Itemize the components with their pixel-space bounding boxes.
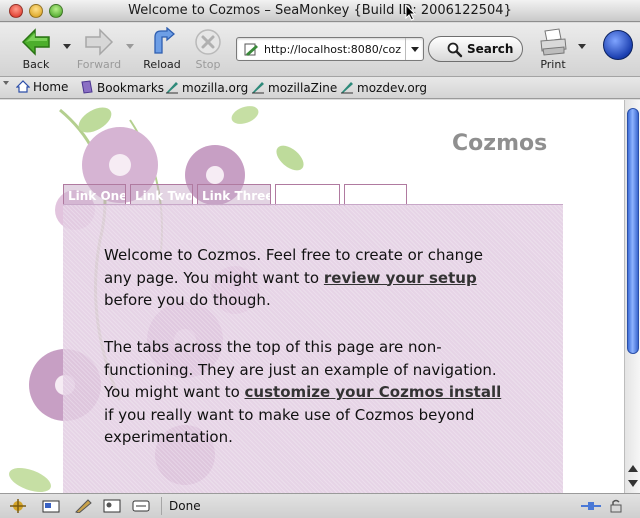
window-titlebar: Welcome to Cozmos – SeaMonkey {Build ID:… (0, 0, 640, 22)
welcome-paragraph: Welcome to Cozmos. Feel free to create o… (104, 244, 504, 312)
customize-install-link[interactable]: customize your Cozmos install (245, 383, 502, 401)
tab-link-one[interactable]: Link One (63, 184, 126, 206)
url-text[interactable]: http://localhost:8080/coz (264, 43, 402, 56)
stop-button[interactable]: Stop (183, 27, 233, 71)
tab-empty-four[interactable] (275, 184, 340, 206)
reload-icon (154, 27, 175, 54)
site-title: Cozmos (452, 131, 548, 156)
url-history-dropdown[interactable] (405, 38, 423, 60)
web-content: Cozmos Link One Link Two Link Three Welc… (0, 100, 624, 493)
reload-label: Reload (143, 58, 181, 71)
scrollbar-thumb[interactable] (627, 108, 639, 354)
chatzilla-icon[interactable] (132, 499, 150, 513)
stop-label: Stop (195, 58, 221, 71)
site-identity-icon (244, 43, 258, 56)
bookmark-home-label: Home (33, 80, 69, 94)
address-book-icon[interactable] (103, 499, 121, 513)
bookmark-mozdev-org-label: mozdev.org (357, 81, 427, 95)
bookmark-home[interactable]: Home (16, 80, 68, 94)
navigator-icon[interactable] (9, 499, 27, 513)
vertical-scrollbar[interactable] (624, 100, 640, 493)
bookmarks-toolbar: Home Bookmarks mozilla.org mozillaZine m… (0, 77, 640, 99)
print-options-dropdown[interactable] (578, 44, 586, 49)
mail-icon[interactable] (42, 499, 60, 513)
scroll-down-arrow[interactable] (628, 480, 638, 487)
throbber-icon[interactable] (603, 30, 633, 60)
forward-label: Forward (76, 58, 122, 71)
toolbar-grip-icon[interactable] (3, 81, 9, 85)
bookmark-mozilla-org[interactable]: mozilla.org (165, 80, 248, 95)
back-button[interactable]: Back (11, 27, 61, 71)
security-lock-icon[interactable] (608, 499, 624, 513)
bookmark-bookmarks-label: Bookmarks (97, 81, 165, 95)
scroll-up-arrow[interactable] (628, 465, 638, 472)
url-field[interactable]: http://localhost:8080/coz (236, 37, 424, 61)
status-bar: Done (0, 493, 640, 518)
stop-icon (195, 29, 221, 55)
forward-history-dropdown[interactable] (126, 44, 134, 49)
bookmark-bookmarks[interactable]: Bookmarks (80, 80, 164, 95)
bookmark-page-icon (341, 82, 353, 94)
tabs-info-text-b: if you really want to make use of Cozmos… (104, 405, 475, 447)
bookmark-page-icon (166, 82, 178, 94)
magnifier-icon (447, 42, 463, 58)
status-text: Done (169, 499, 201, 513)
back-label: Back (22, 58, 50, 71)
back-arrow-icon (21, 28, 50, 56)
bookmark-mozillazine-label: mozillaZine (268, 81, 338, 95)
tab-link-three[interactable]: Link Three (197, 184, 271, 206)
bookmark-mozillazine[interactable]: mozillaZine (251, 80, 337, 95)
composer-icon[interactable] (74, 499, 92, 513)
window-title: Welcome to Cozmos – SeaMonkey {Build ID:… (128, 3, 512, 18)
bookmark-mozilla-org-label: mozilla.org (182, 81, 249, 95)
bookmarks-icon (81, 80, 93, 94)
bookmark-page-icon (252, 82, 264, 94)
mouse-cursor-icon (405, 4, 416, 21)
tab-empty-five[interactable] (344, 184, 407, 206)
search-label: Search (467, 42, 514, 56)
back-history-dropdown[interactable] (63, 44, 71, 49)
search-button[interactable]: Search (428, 36, 523, 62)
online-status-icon[interactable] (580, 500, 602, 512)
printer-icon (540, 28, 567, 56)
forward-arrow-icon (85, 28, 114, 56)
bookmark-mozdev-org[interactable]: mozdev.org (340, 80, 427, 95)
home-icon (16, 80, 30, 93)
navigation-toolbar: Back Forward Reload Stop http://localhos… (0, 23, 640, 77)
welcome-text-b: before you do though. (104, 291, 271, 309)
reload-button[interactable]: Reload (137, 27, 187, 71)
forward-button[interactable]: Forward (74, 27, 124, 71)
print-label: Print (540, 58, 566, 71)
review-setup-link[interactable]: review your setup (324, 269, 477, 287)
tabs-info-paragraph: The tabs across the top of this page are… (104, 336, 504, 449)
status-separator (161, 497, 162, 515)
print-button[interactable]: Print (528, 27, 578, 71)
tab-link-two[interactable]: Link Two (130, 184, 193, 206)
